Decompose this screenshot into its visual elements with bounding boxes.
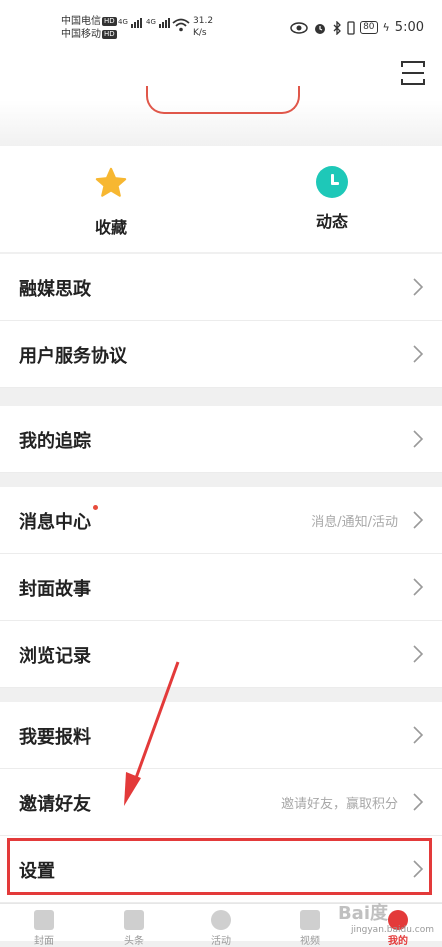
menu-item-label: 封面故事 xyxy=(19,579,91,600)
signal-icon-2: 4G xyxy=(146,18,171,28)
dynamics-label: 动态 xyxy=(315,212,348,231)
menu-item-label: 我要报料 xyxy=(19,727,91,748)
video-icon xyxy=(300,910,320,930)
menu-item-label: 融媒思政 xyxy=(19,279,91,300)
scan-menu-icon[interactable] xyxy=(400,60,426,86)
nav-tab-activity[interactable]: 活动 xyxy=(199,910,243,947)
menu-item-browse-history[interactable]: 浏览记录 xyxy=(0,621,442,688)
chevron-right-icon xyxy=(413,511,424,529)
profile-button-edge[interactable] xyxy=(146,86,300,114)
menu-item-message-center[interactable]: 消息中心 消息/通知/活动 xyxy=(0,487,442,554)
nav-tab-headlines[interactable]: 头条 xyxy=(112,910,156,947)
menu-item-user-agreement[interactable]: 用户服务协议 xyxy=(0,321,442,388)
cover-icon xyxy=(34,910,54,930)
unread-dot xyxy=(93,505,98,510)
dynamics-button[interactable]: 动态 xyxy=(272,166,392,232)
status-bar: 中国电信 HD 中国移动 HD 4G 4G 31.2 K/s 80 ϟ 5:00 xyxy=(0,0,442,54)
nav-tab-video[interactable]: 视频 xyxy=(288,910,332,947)
favorites-label: 收藏 xyxy=(94,218,127,237)
watermark-url: jingyan.baidu.com xyxy=(350,925,434,935)
carrier-info: 中国电信 HD 中国移动 HD xyxy=(61,15,117,41)
hd-badge-1: HD xyxy=(102,17,117,26)
clock-icon xyxy=(316,166,348,198)
menu-item-label: 用户服务协议 xyxy=(19,346,127,367)
eye-icon xyxy=(290,21,308,34)
star-icon xyxy=(95,167,127,197)
menu-item-my-tracking[interactable]: 我的追踪 xyxy=(0,406,442,473)
hd-badge-2: HD xyxy=(102,30,117,39)
settings-highlight-box xyxy=(7,838,432,895)
carrier-1: 中国电信 xyxy=(61,16,101,27)
menu-item-invite-friends[interactable]: 邀请好友 邀请好友，赢取积分 xyxy=(0,769,442,836)
menu-item-rongmei[interactable]: 融媒思政 xyxy=(0,254,442,321)
menu-item-label: 我的追踪 xyxy=(19,431,91,452)
chevron-right-icon xyxy=(413,578,424,596)
menu-item-label: 邀请好友 xyxy=(19,794,91,815)
alarm-icon xyxy=(315,23,326,34)
nav-tab-cover[interactable]: 封面 xyxy=(22,910,66,947)
chevron-right-icon xyxy=(413,345,424,363)
chevron-right-icon xyxy=(413,278,424,296)
charging-icon: ϟ xyxy=(382,21,390,34)
menu-item-subtitle: 消息/通知/活动 xyxy=(311,515,398,530)
chevron-right-icon xyxy=(413,430,424,448)
menu-item-subtitle: 邀请好友，赢取积分 xyxy=(280,797,398,812)
menu-item-cover-story[interactable]: 封面故事 xyxy=(0,554,442,621)
watermark-logo: Bai度 xyxy=(337,903,388,924)
chevron-right-icon xyxy=(413,726,424,744)
bluetooth-icon xyxy=(333,20,341,35)
carrier-2: 中国移动 xyxy=(61,29,101,40)
wifi-icon xyxy=(172,18,190,32)
menu-item-label: 消息中心 xyxy=(19,512,91,533)
vibrate-icon xyxy=(347,20,355,35)
headlines-icon xyxy=(124,910,144,930)
status-right: 80 ϟ 5:00 xyxy=(290,20,424,35)
menu-item-report-news[interactable]: 我要报料 xyxy=(0,702,442,769)
favorites-button[interactable]: 收藏 xyxy=(51,166,171,238)
chevron-right-icon xyxy=(413,645,424,663)
clock-time: 5:00 xyxy=(394,20,424,35)
quick-actions: 收藏 动态 xyxy=(0,146,442,252)
chevron-right-icon xyxy=(413,793,424,811)
bottom-nav: 封面 头条 活动 视频 我的 Bai度 jingyan.baidu.com xyxy=(0,903,442,947)
battery-indicator: 80 xyxy=(360,21,378,34)
menu-item-label: 浏览记录 xyxy=(19,646,91,667)
network-speed: 31.2 K/s xyxy=(193,16,214,38)
activity-icon xyxy=(211,910,231,930)
signal-icon-1: 4G xyxy=(118,18,143,28)
